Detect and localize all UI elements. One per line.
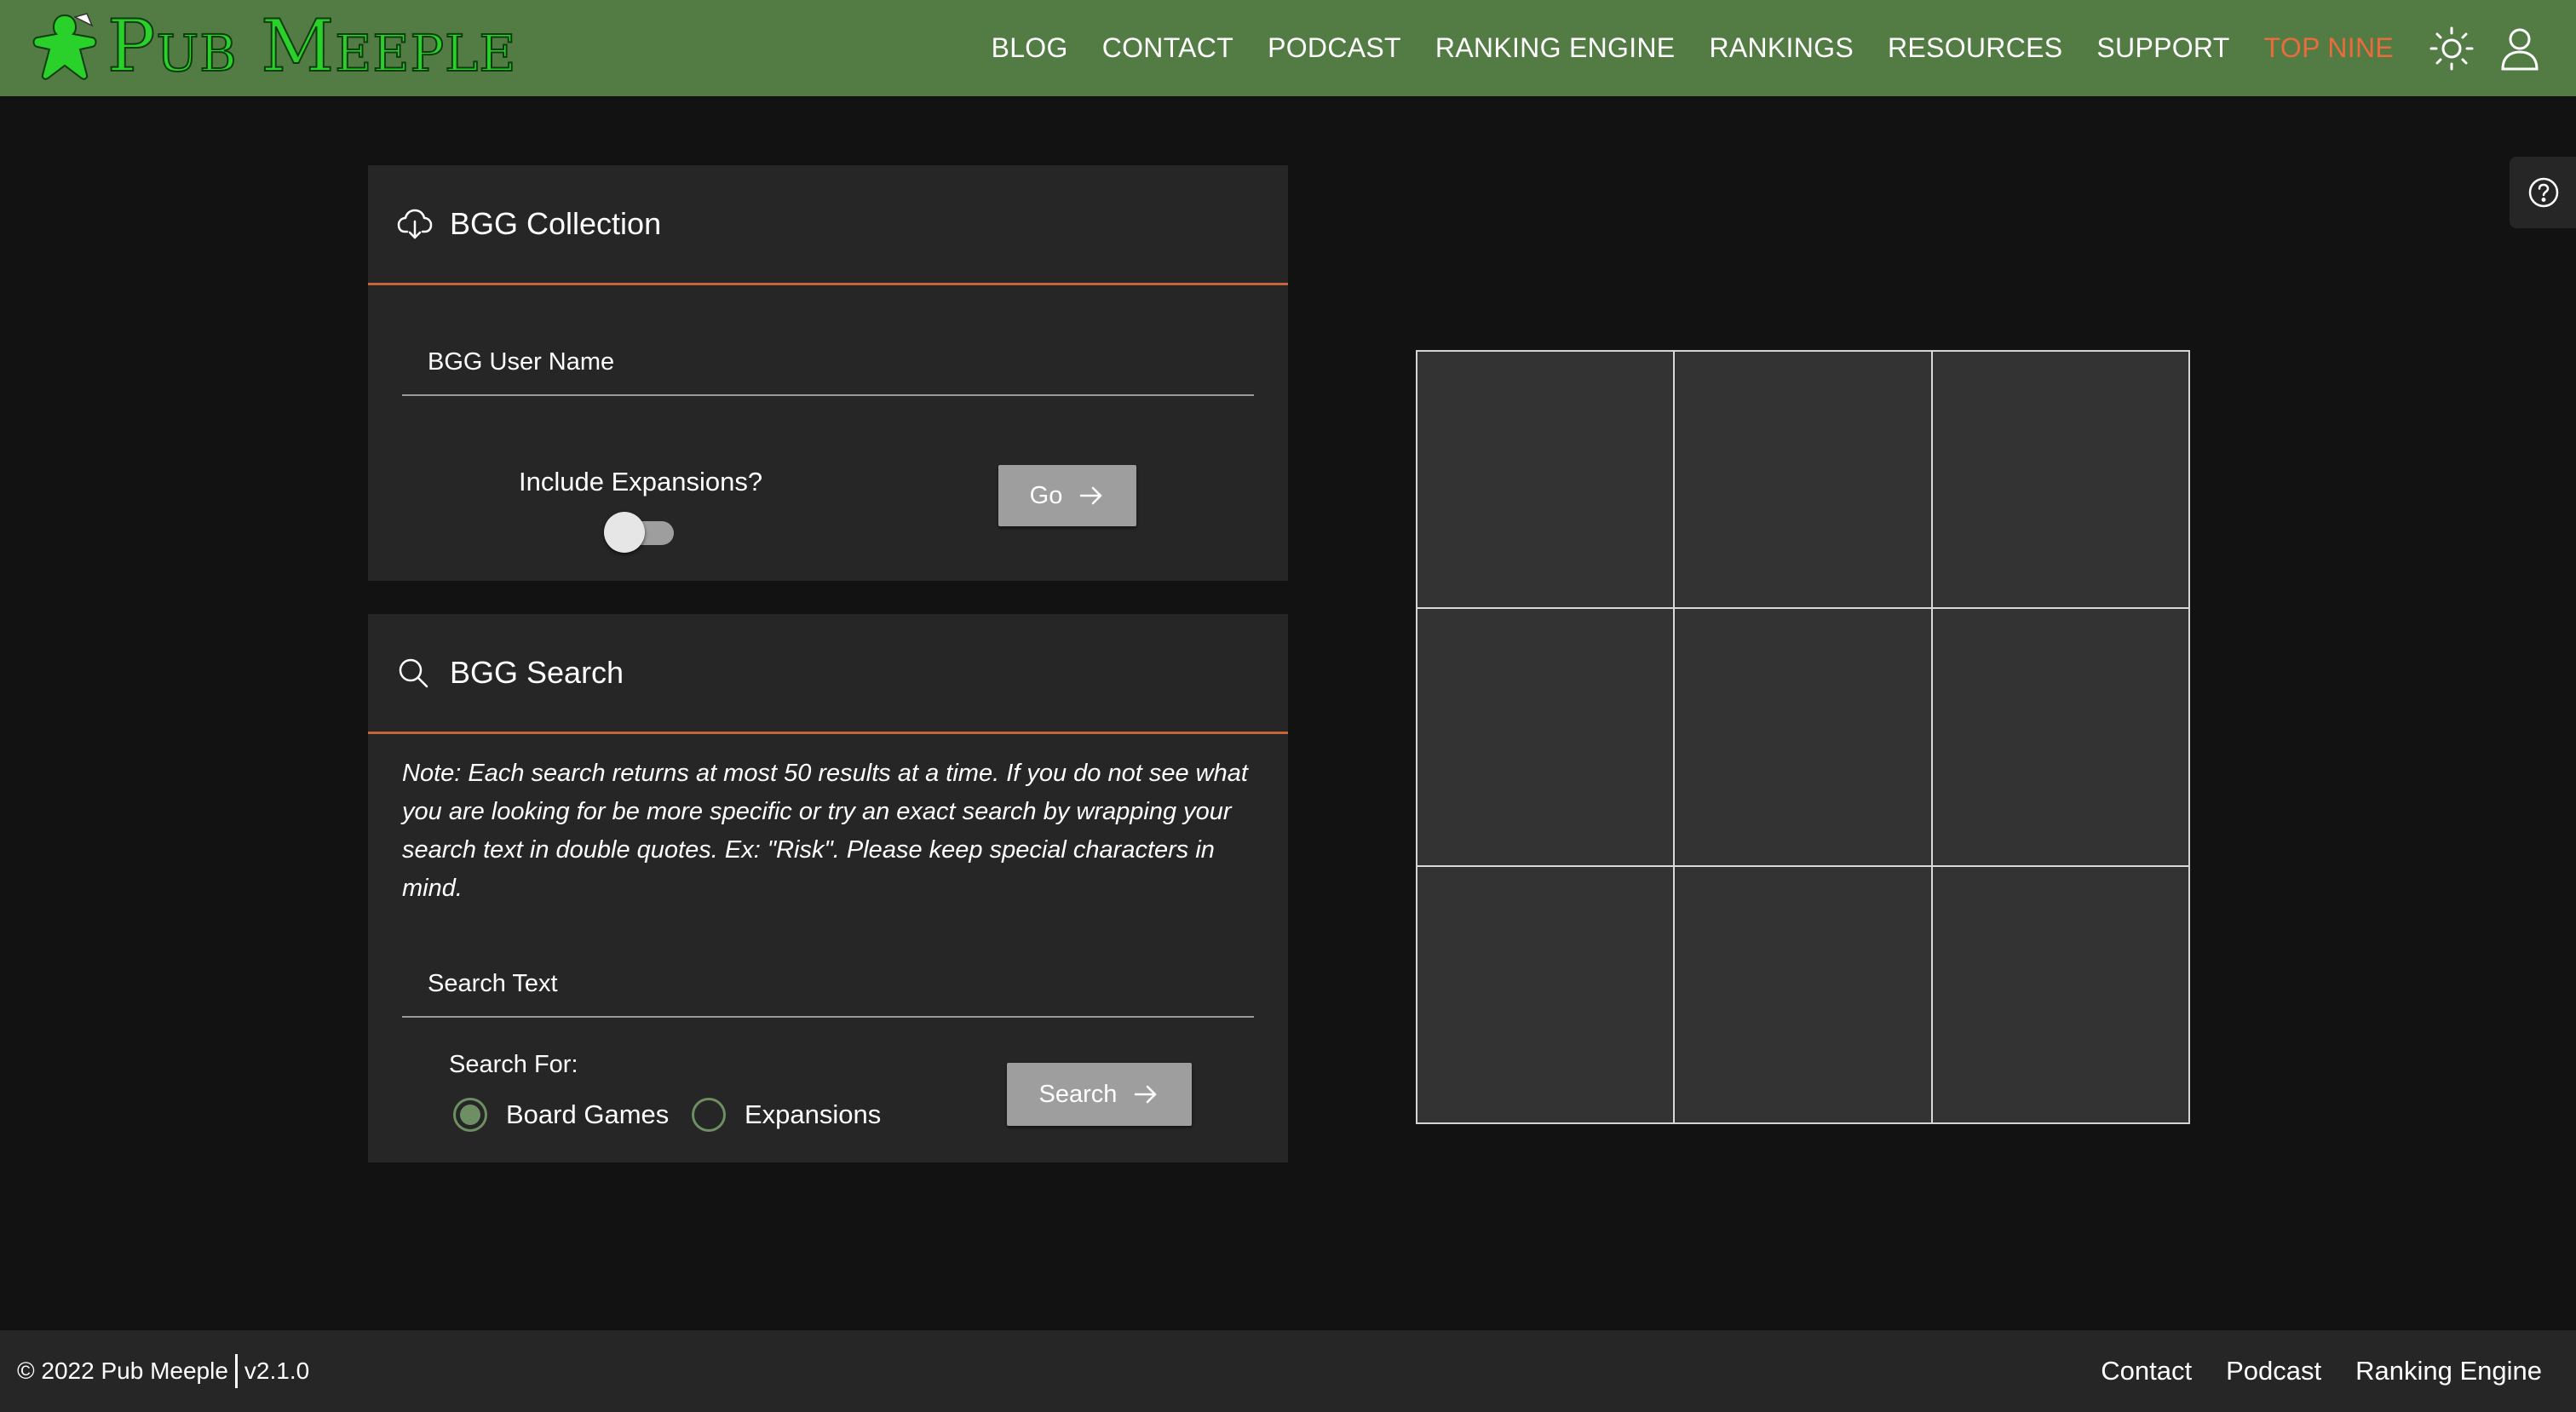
footer: © 2022 Pub Meeple v2.1.0 Contact Podcast…: [0, 1330, 2576, 1412]
search-button-label: Search: [1038, 1080, 1118, 1108]
toggle-thumb: [604, 512, 645, 553]
footer-links: Contact Podcast Ranking Engine: [2067, 1356, 2542, 1386]
include-expansions-label: Include Expansions?: [519, 467, 763, 496]
bgg-username-field[interactable]: BGG User Name: [402, 314, 1254, 396]
radio-board-games-label: Board Games: [506, 1099, 670, 1129]
bgg-username-input[interactable]: [402, 314, 1254, 394]
bgg-collection-panel: BGG Collection BGG User Name Include Exp…: [368, 165, 1288, 581]
include-expansions-toggle[interactable]: [604, 508, 676, 553]
grid-cell-1[interactable]: [1417, 351, 1675, 609]
search-text-input[interactable]: [402, 936, 1254, 1016]
grid-cell-6[interactable]: [1931, 608, 2189, 866]
grid-cell-5[interactable]: [1674, 608, 1932, 866]
bgg-collection-title: BGG Collection: [450, 206, 662, 241]
sun-icon: [2429, 26, 2474, 70]
main-nav: BLOG CONTACT PODCAST RANKING ENGINE RANK…: [992, 0, 2576, 96]
copyright-text: © 2022 Pub Meeple: [17, 1357, 228, 1384]
top-nav-bar: Pub Meeple BLOG CONTACT PODCAST RANKING …: [0, 0, 2576, 96]
footer-link-ranking-engine[interactable]: Ranking Engine: [2355, 1356, 2542, 1386]
search-button[interactable]: Search: [1007, 1063, 1192, 1126]
user-icon: [2501, 28, 2539, 70]
go-button[interactable]: Go: [998, 465, 1136, 526]
nav-link-contact[interactable]: CONTACT: [1102, 32, 1233, 64]
question-circle-icon: [2528, 177, 2559, 208]
bgg-collection-header: BGG Collection: [368, 165, 1288, 285]
nav-link-rankings[interactable]: RANKINGS: [1709, 32, 1854, 64]
version-text: v2.1.0: [244, 1357, 310, 1384]
grid-cell-9[interactable]: [1931, 865, 2189, 1123]
nav-link-resources[interactable]: RESOURCES: [1888, 32, 2062, 64]
radio-circle-selected: [453, 1098, 487, 1132]
nav-link-podcast[interactable]: PODCAST: [1268, 32, 1401, 64]
footer-divider: [234, 1354, 238, 1388]
search-icon: [397, 654, 434, 692]
nav-link-top-nine[interactable]: TOP NINE: [2264, 32, 2394, 64]
arrow-right-icon: [1132, 1081, 1159, 1108]
cloud-download-icon: [397, 205, 434, 243]
help-button[interactable]: [2510, 157, 2576, 228]
search-text-field[interactable]: Search Text: [402, 936, 1254, 1018]
footer-link-contact[interactable]: Contact: [2101, 1356, 2192, 1386]
grid-cell-2[interactable]: [1674, 351, 1932, 609]
radio-expansions[interactable]: Expansions: [692, 1098, 881, 1132]
grid-cell-4[interactable]: [1417, 608, 1675, 866]
brand-name: Pub Meeple: [106, 4, 517, 88]
arrow-right-icon: [1078, 482, 1105, 509]
grid-cell-8[interactable]: [1674, 865, 1932, 1123]
account-button[interactable]: [2496, 25, 2544, 72]
footer-copyright: © 2022 Pub Meeple v2.1.0: [17, 1354, 309, 1388]
footer-link-podcast[interactable]: Podcast: [2226, 1356, 2321, 1386]
radio-board-games[interactable]: Board Games: [453, 1098, 669, 1132]
search-for-label: Search For:: [449, 1051, 578, 1078]
theme-toggle-button[interactable]: [2428, 25, 2475, 72]
bgg-search-title: BGG Search: [450, 655, 624, 690]
meeple-logo-icon: [32, 13, 97, 80]
logo[interactable]: Pub Meeple: [31, 4, 517, 88]
nav-link-ranking-engine[interactable]: RANKING ENGINE: [1435, 32, 1676, 64]
radio-dot: [460, 1105, 480, 1125]
radio-expansions-label: Expansions: [745, 1099, 882, 1129]
bgg-search-panel: BGG Search Note: Each search returns at …: [368, 614, 1288, 1162]
go-button-label: Go: [1029, 481, 1063, 509]
search-note: Note: Each search returns at most 50 res…: [402, 760, 1248, 902]
bgg-search-header: BGG Search: [368, 614, 1288, 734]
radio-circle: [692, 1098, 726, 1132]
nav-link-blog[interactable]: BLOG: [992, 32, 1068, 64]
top-nine-grid: [1416, 350, 2190, 1124]
grid-cell-7[interactable]: [1417, 865, 1675, 1123]
grid-cell-3[interactable]: [1931, 351, 2189, 609]
nav-link-support[interactable]: SUPPORT: [2096, 32, 2229, 64]
